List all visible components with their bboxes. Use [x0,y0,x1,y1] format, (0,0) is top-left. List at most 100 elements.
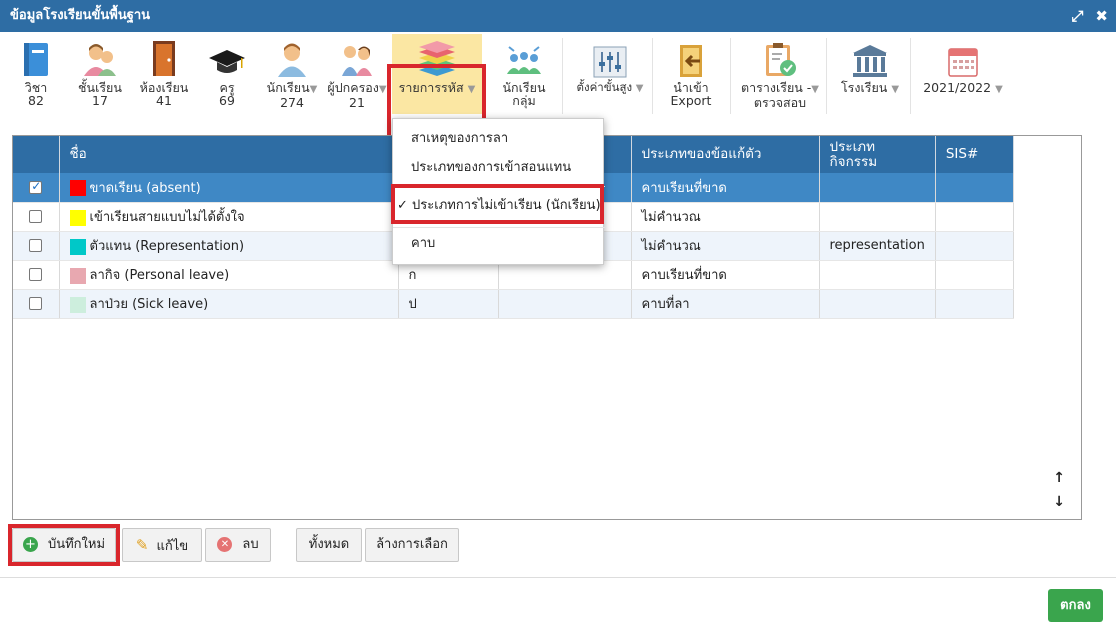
color-swatch [69,180,86,197]
scroll-up-icon[interactable]: ↑ [1053,470,1065,486]
sliders-icon [574,34,646,78]
toolbar-parent-button[interactable]: ผู้ปกครอง▼ 21 [326,34,388,116]
toolbar-schedule-button[interactable]: ตารางเรียน -▼ ตรวจสอบ [740,34,820,116]
activity-cell [819,260,936,290]
parent-count: 21 [349,95,365,110]
building-icon [836,34,904,78]
toolbar-classroom-button[interactable]: ห้องเรียน 41 [136,34,192,116]
student-group-label2: กลุ่ม [512,93,536,108]
year-label: 2021/2022 ▼ [920,81,1006,96]
menu-item-period[interactable]: คาบ [393,231,605,257]
row-checkbox[interactable] [29,297,43,310]
menu-item-leave-reason[interactable]: สาเหตุของการลา [393,126,605,152]
chevron-down-icon[interactable]: ▼ [636,83,644,94]
excuse-type-cell: ไม่คำนวณ [631,231,820,261]
delete-button[interactable]: ✕ ลบ [205,528,271,562]
book-icon [14,34,58,78]
school-label: โรงเรียน ▼ [836,81,904,96]
row-checkbox[interactable] [29,179,43,194]
row-select-cell[interactable] [13,260,60,290]
select-all-button[interactable]: ทั้งหมด [296,528,362,562]
toolbar: วิชา 82 ชั้นเรียน 17 ห้องเรียน 41 ครู 69… [0,32,1116,153]
row-checkbox[interactable] [29,210,43,223]
color-swatch [69,209,86,226]
group-icon [496,34,552,78]
chevron-down-icon[interactable]: ▼ [310,84,318,95]
row-checkbox[interactable] [29,268,43,281]
toolbar-student-group-button[interactable]: นักเรียน กลุ่ม [496,34,552,116]
color-swatch [69,267,86,284]
activity-cell [819,202,936,232]
activity-cell: representation [819,231,936,261]
name-cell: ลาป่วย (Sick leave) [59,289,399,319]
toolbar-subject-button[interactable]: วิชา 82 [14,34,58,116]
table-row[interactable]: ลาป่วย (Sick leave) ป คาบที่ลา [13,289,1014,319]
student-count: 274 [280,95,304,110]
activity-cell [819,173,936,203]
toolbar-student-button[interactable]: นักเรียน▼ 274 [262,34,322,116]
student-label: นักเรียน▼ [262,81,322,96]
parent-label-text: ผู้ปกครอง [327,80,379,95]
row-select-cell[interactable] [13,173,60,203]
expand-icon[interactable]: ⤢ [1071,0,1083,32]
advanced-label: ตั้งค่าขั้นสูง ▼ [574,81,646,95]
toolbar-divider [562,38,563,114]
year-label-text: 2021/2022 [923,80,992,95]
pencil-icon: ✎ [135,536,149,554]
scroll-down-icon[interactable]: ↓ [1053,494,1065,510]
delete-circle-icon: ✕ [217,537,233,552]
clear-selection-button[interactable]: ล้างการเลือก [365,528,459,562]
footer-divider [0,577,1116,578]
toolbar-advanced-button[interactable]: ตั้งค่าขั้นสูง ▼ [574,34,646,116]
sis-cell [935,231,1014,261]
row-checkbox[interactable] [29,239,43,252]
edit-button[interactable]: ✎ แก้ไข [122,528,202,562]
chevron-down-icon[interactable]: ▼ [811,84,819,95]
row-select-cell[interactable] [13,231,60,261]
highlight-frame [8,524,120,566]
excuse-type-cell: คาบที่ลา [631,289,820,319]
toolbar-import-button[interactable]: นำเข้า Export [662,34,720,116]
classroom-count: 41 [156,93,172,108]
name-cell: ลากิจ (Personal leave) [59,260,399,290]
ok-button[interactable]: ตกลง [1048,589,1103,622]
calendar-icon [920,34,1006,78]
row-name: ตัวแทน (Representation) [89,239,245,254]
edit-label: แก้ไข [156,539,189,554]
close-icon[interactable]: ✖ [1095,0,1108,32]
teacher-count: 69 [219,93,235,108]
column-header-sis[interactable]: SIS# [935,136,1014,173]
select-column-header[interactable] [13,136,60,173]
row-name: ขาดเรียน (absent) [89,180,201,196]
name-cell: ตัวแทน (Representation) [59,231,399,261]
toolbar-teacher-button[interactable]: ครู 69 [204,34,250,116]
sis-cell [935,289,1014,319]
column-header-name[interactable]: ชื่อ [59,136,399,173]
toolbar-divider [826,38,827,114]
toolbar-divider [652,38,653,114]
chevron-down-icon[interactable]: ▼ [995,84,1003,95]
row-select-cell[interactable] [13,289,60,319]
window-titlebar: ข้อมูลโรงเรียนขั้นพื้นฐาน ⤢ ✖ [0,0,1116,32]
name-cell: เข้าเรียนสายแบบไม่ได้ตั้งใจ [59,202,399,232]
activity-cell [819,289,936,319]
toolbar-year-button[interactable]: 2021/2022 ▼ [920,34,1006,116]
student-icon [262,34,322,78]
row-name: เข้าเรียนสายแบบไม่ได้ตั้งใจ [89,210,245,225]
row-select-cell[interactable] [13,202,60,232]
schedule-label1: ตารางเรียน -▼ [740,81,820,96]
column-header-excuse-type[interactable]: ประเภทของข้อแก้ตัว [631,136,820,173]
menu-item-substitute-type[interactable]: ประเภทของการเข้าสอนแทน [393,155,605,181]
toolbar-grade-button[interactable]: ชั้นเรียน 17 [74,34,126,116]
window-title: ข้อมูลโรงเรียนขั้นพื้นฐาน [10,8,151,23]
parent-label: ผู้ปกครอง▼ [326,81,388,96]
excuse-type-cell: คาบเรียนที่ขาด [631,260,820,290]
import-icon [662,34,720,78]
chevron-down-icon[interactable]: ▼ [379,84,387,95]
sis-cell [935,202,1014,232]
column-header-activity-type[interactable]: ประเภท กิจกรรม [819,136,936,173]
door-icon [136,34,192,78]
chevron-down-icon[interactable]: ▼ [891,84,899,95]
parents-icon [326,34,388,78]
toolbar-school-button[interactable]: โรงเรียน ▼ [836,34,904,116]
